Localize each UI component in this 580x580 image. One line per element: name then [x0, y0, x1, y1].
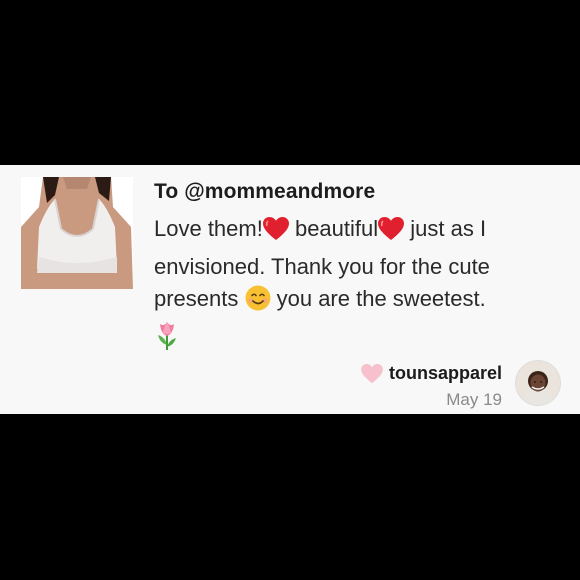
red-heart-icon: [262, 217, 289, 251]
reviewer-username[interactable]: tounsapparel: [389, 363, 502, 384]
message-line-1: Love them! beautiful just as I: [154, 213, 564, 251]
message-line-3: presents you are the sweetest.: [154, 283, 564, 321]
pink-heart-icon: [361, 363, 383, 384]
recipient-line: To @mommeandmore: [154, 180, 376, 203]
review-message: Love them! beautiful just as I envisione…: [154, 213, 564, 360]
reviewer-avatar[interactable]: [516, 361, 560, 405]
review-card: To @mommeandmore Love them! beautiful ju…: [0, 165, 580, 414]
reviewer[interactable]: tounsapparel: [361, 363, 502, 384]
smiling-face-icon: [245, 285, 271, 321]
message-line-2: envisioned. Thank you for the cute: [154, 253, 490, 279]
review-date: May 19: [446, 390, 502, 409]
message-line-4: [154, 321, 564, 361]
tulip-icon: [154, 321, 180, 361]
red-heart-icon: [378, 217, 405, 251]
product-thumbnail[interactable]: [21, 177, 133, 289]
